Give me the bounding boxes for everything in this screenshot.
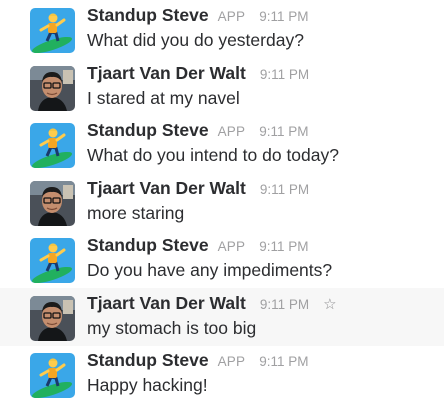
message-list: Standup Steve APP 9:11 PM What did you d… xyxy=(0,0,444,406)
message-item[interactable]: Tjaart Van Der Walt 9:11 PM more staring xyxy=(0,173,444,231)
author-name[interactable]: Standup Steve xyxy=(87,350,209,371)
surfer-icon[interactable] xyxy=(30,238,75,283)
message-item[interactable]: Standup Steve APP 9:11 PM What do you in… xyxy=(0,115,444,173)
timestamp[interactable]: 9:11 PM xyxy=(260,297,309,312)
timestamp[interactable]: 9:11 PM xyxy=(259,239,308,254)
message-text: Do you have any impediments? xyxy=(87,260,333,280)
message-text: more staring xyxy=(87,203,185,223)
author-name[interactable]: Standup Steve xyxy=(87,235,209,256)
timestamp[interactable]: 9:11 PM xyxy=(259,9,308,24)
app-badge: APP xyxy=(217,354,246,369)
app-badge: APP xyxy=(217,9,246,24)
timestamp[interactable]: 9:11 PM xyxy=(259,124,308,139)
message-item[interactable]: Tjaart Van Der Walt 9:11 PM I stared at … xyxy=(0,58,444,116)
surfer-icon[interactable] xyxy=(30,123,75,168)
timestamp[interactable]: 9:11 PM xyxy=(260,182,309,197)
message-text: my stomach is too big xyxy=(87,318,257,338)
author-name[interactable]: Standup Steve xyxy=(87,120,209,141)
message-item[interactable]: Standup Steve APP 9:11 PM What did you d… xyxy=(0,0,444,58)
message-text: I stared at my navel xyxy=(87,88,240,108)
message-item[interactable]: Standup Steve APP 9:11 PM Do you have an… xyxy=(0,230,444,288)
message-text: What do you intend to do today? xyxy=(87,145,339,165)
message-item[interactable]: Standup Steve APP 9:11 PM Happy hacking! xyxy=(0,345,444,403)
message-text: What did you do yesterday? xyxy=(87,30,304,50)
app-badge: APP xyxy=(217,239,246,254)
author-name[interactable]: Tjaart Van Der Walt xyxy=(87,178,246,199)
user-photo[interactable] xyxy=(30,296,75,341)
surfer-icon[interactable] xyxy=(30,8,75,53)
star-outline-icon[interactable]: ☆ xyxy=(323,297,336,312)
author-name[interactable]: Tjaart Van Der Walt xyxy=(87,293,246,314)
timestamp[interactable]: 9:11 PM xyxy=(260,67,309,82)
user-photo[interactable] xyxy=(30,181,75,226)
message-item[interactable]: Tjaart Van Der Walt 9:11 PM ☆ my stomach… xyxy=(0,288,444,346)
message-text: Happy hacking! xyxy=(87,375,208,395)
timestamp[interactable]: 9:11 PM xyxy=(259,354,308,369)
user-photo[interactable] xyxy=(30,66,75,111)
author-name[interactable]: Standup Steve xyxy=(87,5,209,26)
surfer-icon[interactable] xyxy=(30,353,75,398)
author-name[interactable]: Tjaart Van Der Walt xyxy=(87,63,246,84)
app-badge: APP xyxy=(217,124,246,139)
